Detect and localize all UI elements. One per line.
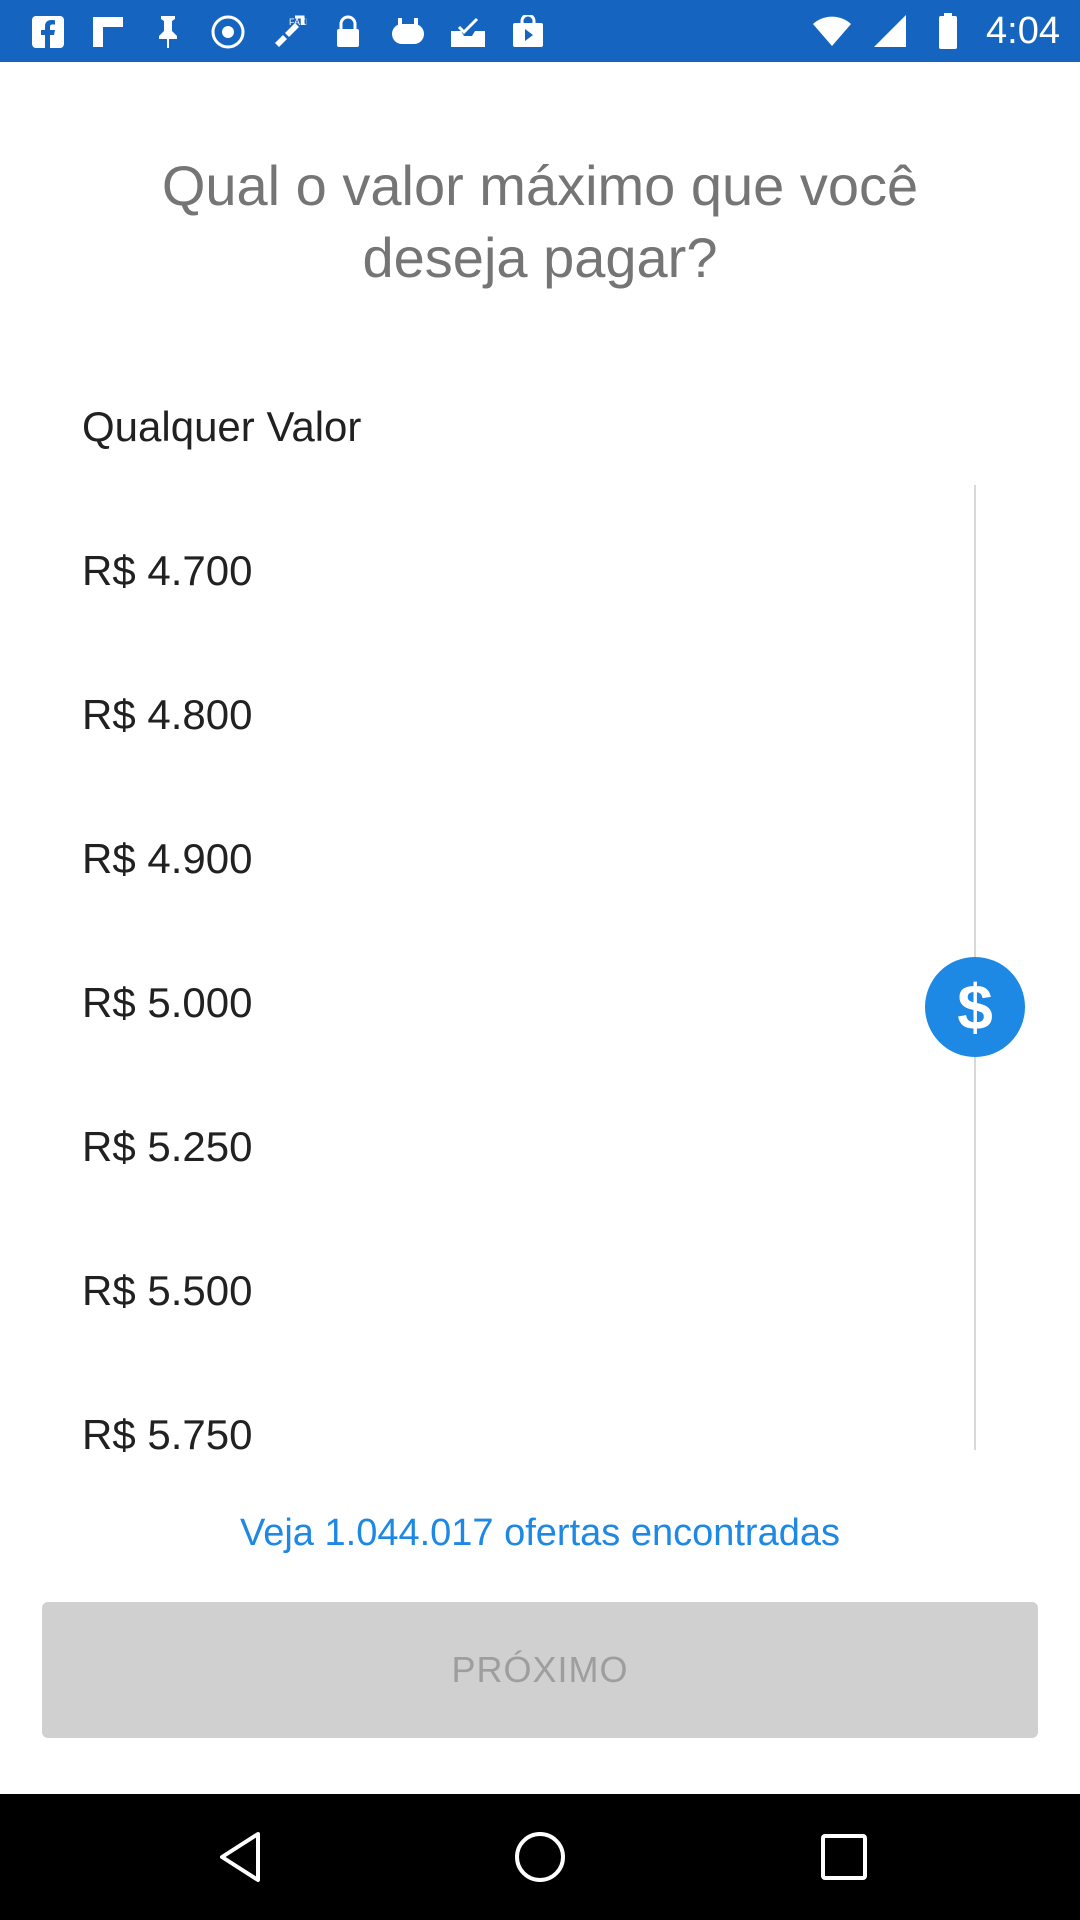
picker-item[interactable]: R$ 4.800 [82,643,902,787]
svg-text:FAKE: FAKE [289,17,307,27]
picker-item[interactable]: R$ 4.700 [82,499,902,643]
flipboard-icon [88,12,128,52]
picker-item[interactable]: R$ 5.750 [82,1363,902,1455]
fake-gps-icon: FAKE [268,12,308,52]
picker-item-any[interactable]: Qualquer Valor [82,355,902,499]
wifi-icon [812,11,852,51]
picker-scroll-thumb[interactable]: $ [925,957,1025,1057]
notification-icons: FAKE [28,12,548,52]
music-circle-icon [208,12,248,52]
status-right: 4:04 [812,8,1060,54]
signal-icon [870,11,910,51]
offers-link[interactable]: Veja 1.044.017 ofertas encontradas [0,1505,1080,1561]
gamepad-icon [388,12,428,52]
pin-icon [148,12,188,52]
battery-icon [928,11,968,51]
navigation-bar [0,1794,1080,1920]
recents-icon[interactable] [814,1827,874,1887]
back-icon[interactable] [210,1827,270,1887]
dollar-icon: $ [957,971,993,1043]
picker-item-selected[interactable]: R$ 5.000 [82,931,902,1075]
home-icon[interactable] [510,1827,570,1887]
status-bar: FAKE 4:04 [0,0,1080,62]
picker-item[interactable]: R$ 5.500 [82,1219,902,1363]
picker-item[interactable]: R$ 5.250 [82,1075,902,1219]
page-title: Qual o valor máximo que você deseja paga… [161,154,919,289]
inbox-icon [448,12,488,52]
play-bag-icon [508,12,548,52]
picker-item[interactable]: R$ 4.900 [82,787,902,931]
price-picker[interactable]: Qualquer Valor R$ 4.700 R$ 4.800 R$ 4.90… [0,355,1080,1455]
next-button[interactable]: PRÓXIMO [42,1602,1038,1738]
facebook-icon [28,12,68,52]
status-time: 4:04 [986,10,1060,52]
lock-icon [328,12,368,52]
